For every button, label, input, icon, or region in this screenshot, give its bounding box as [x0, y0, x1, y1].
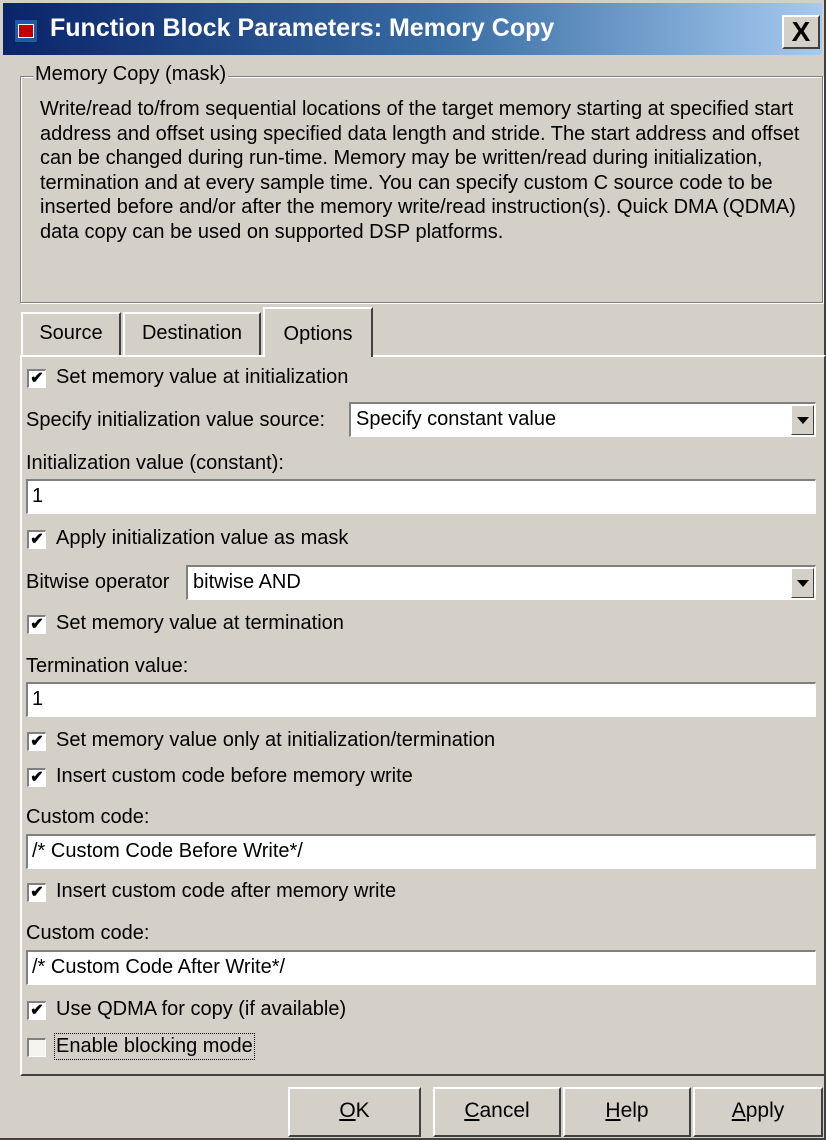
bitwise-select[interactable]: bitwise AND — [186, 565, 816, 600]
code-after-checkbox[interactable]: ✔ — [27, 883, 46, 902]
only-init-term-checkbox[interactable]: ✔ — [27, 732, 46, 751]
bitwise-value: bitwise AND — [193, 571, 301, 593]
init-source-value: Specify constant value — [356, 408, 557, 430]
init-source-label: Specify initialization value source: — [26, 409, 326, 431]
apply-label: pply — [745, 1099, 785, 1122]
set-term-label: Set memory value at termination — [56, 612, 344, 634]
close-button[interactable]: X — [782, 15, 820, 49]
custom-after-label: Custom code: — [26, 922, 150, 944]
term-value-field[interactable]: 1 — [26, 682, 816, 717]
mask-legend: Memory Copy (mask) — [33, 63, 229, 86]
blocking-checkbox[interactable] — [27, 1038, 46, 1057]
checkmark-icon: ✔ — [30, 733, 44, 750]
help-label: elp — [620, 1099, 649, 1122]
checkmark-icon: ✔ — [30, 370, 44, 387]
chevron-down-icon[interactable] — [791, 568, 814, 598]
custom-after-field[interactable]: /* Custom Code After Write*/ — [26, 950, 816, 985]
ok-button[interactable]: OK — [288, 1087, 421, 1137]
mask-description: Write/read to/from sequential locations … — [40, 98, 800, 243]
set-init-label: Set memory value at initialization — [56, 366, 349, 388]
title-bar[interactable]: Function Block Parameters: Memory Copy X — [3, 3, 822, 55]
dialog-window: Function Block Parameters: Memory Copy X… — [0, 0, 826, 1140]
checkmark-icon: ✔ — [30, 616, 44, 633]
apply-mask-label: Apply initialization value as mask — [56, 527, 349, 549]
window-title: Function Block Parameters: Memory Copy — [50, 14, 555, 42]
only-init-term-label: Set memory value only at initialization/… — [56, 729, 496, 751]
code-after-label: Insert custom code after memory write — [56, 880, 397, 902]
bitwise-label: Bitwise operator — [26, 571, 170, 593]
help-button[interactable]: Help — [563, 1087, 691, 1137]
apply-mask-checkbox[interactable]: ✔ — [27, 530, 46, 549]
use-qdma-label: Use QDMA for copy (if available) — [56, 998, 347, 1020]
custom-before-label: Custom code: — [26, 806, 150, 828]
init-source-select[interactable]: Specify constant value — [349, 402, 816, 437]
set-init-checkbox[interactable]: ✔ — [27, 369, 46, 388]
help-mnemonic: H — [605, 1099, 621, 1122]
tab-source[interactable]: Source — [21, 312, 121, 356]
init-value-field[interactable]: 1 — [26, 479, 816, 514]
apply-button[interactable]: Apply — [693, 1087, 823, 1137]
blocking-label: Enable blocking mode — [54, 1033, 255, 1060]
code-before-label: Insert custom code before memory write — [56, 765, 413, 787]
init-value-label: Initialization value (constant): — [26, 452, 284, 474]
tab-options[interactable]: Options — [263, 307, 373, 357]
simulink-block-icon — [14, 19, 38, 43]
chevron-down-icon[interactable] — [791, 405, 814, 435]
use-qdma-checkbox[interactable]: ✔ — [27, 1001, 46, 1020]
checkmark-icon: ✔ — [30, 1002, 44, 1019]
cancel-button[interactable]: Cancel — [433, 1087, 561, 1137]
ok-mnemonic: O — [339, 1099, 356, 1122]
checkmark-icon: ✔ — [30, 531, 44, 548]
cancel-mnemonic: C — [464, 1099, 480, 1122]
term-value-label: Termination value: — [26, 655, 189, 677]
cancel-label: ancel — [479, 1099, 530, 1122]
tab-destination[interactable]: Destination — [123, 312, 261, 356]
checkmark-icon: ✔ — [30, 884, 44, 901]
ok-label: K — [355, 1099, 370, 1122]
custom-before-field[interactable]: /* Custom Code Before Write*/ — [26, 834, 816, 869]
code-before-checkbox[interactable]: ✔ — [27, 768, 46, 787]
checkmark-icon: ✔ — [30, 769, 44, 786]
set-term-checkbox[interactable]: ✔ — [27, 615, 46, 634]
apply-mnemonic: A — [731, 1099, 746, 1122]
